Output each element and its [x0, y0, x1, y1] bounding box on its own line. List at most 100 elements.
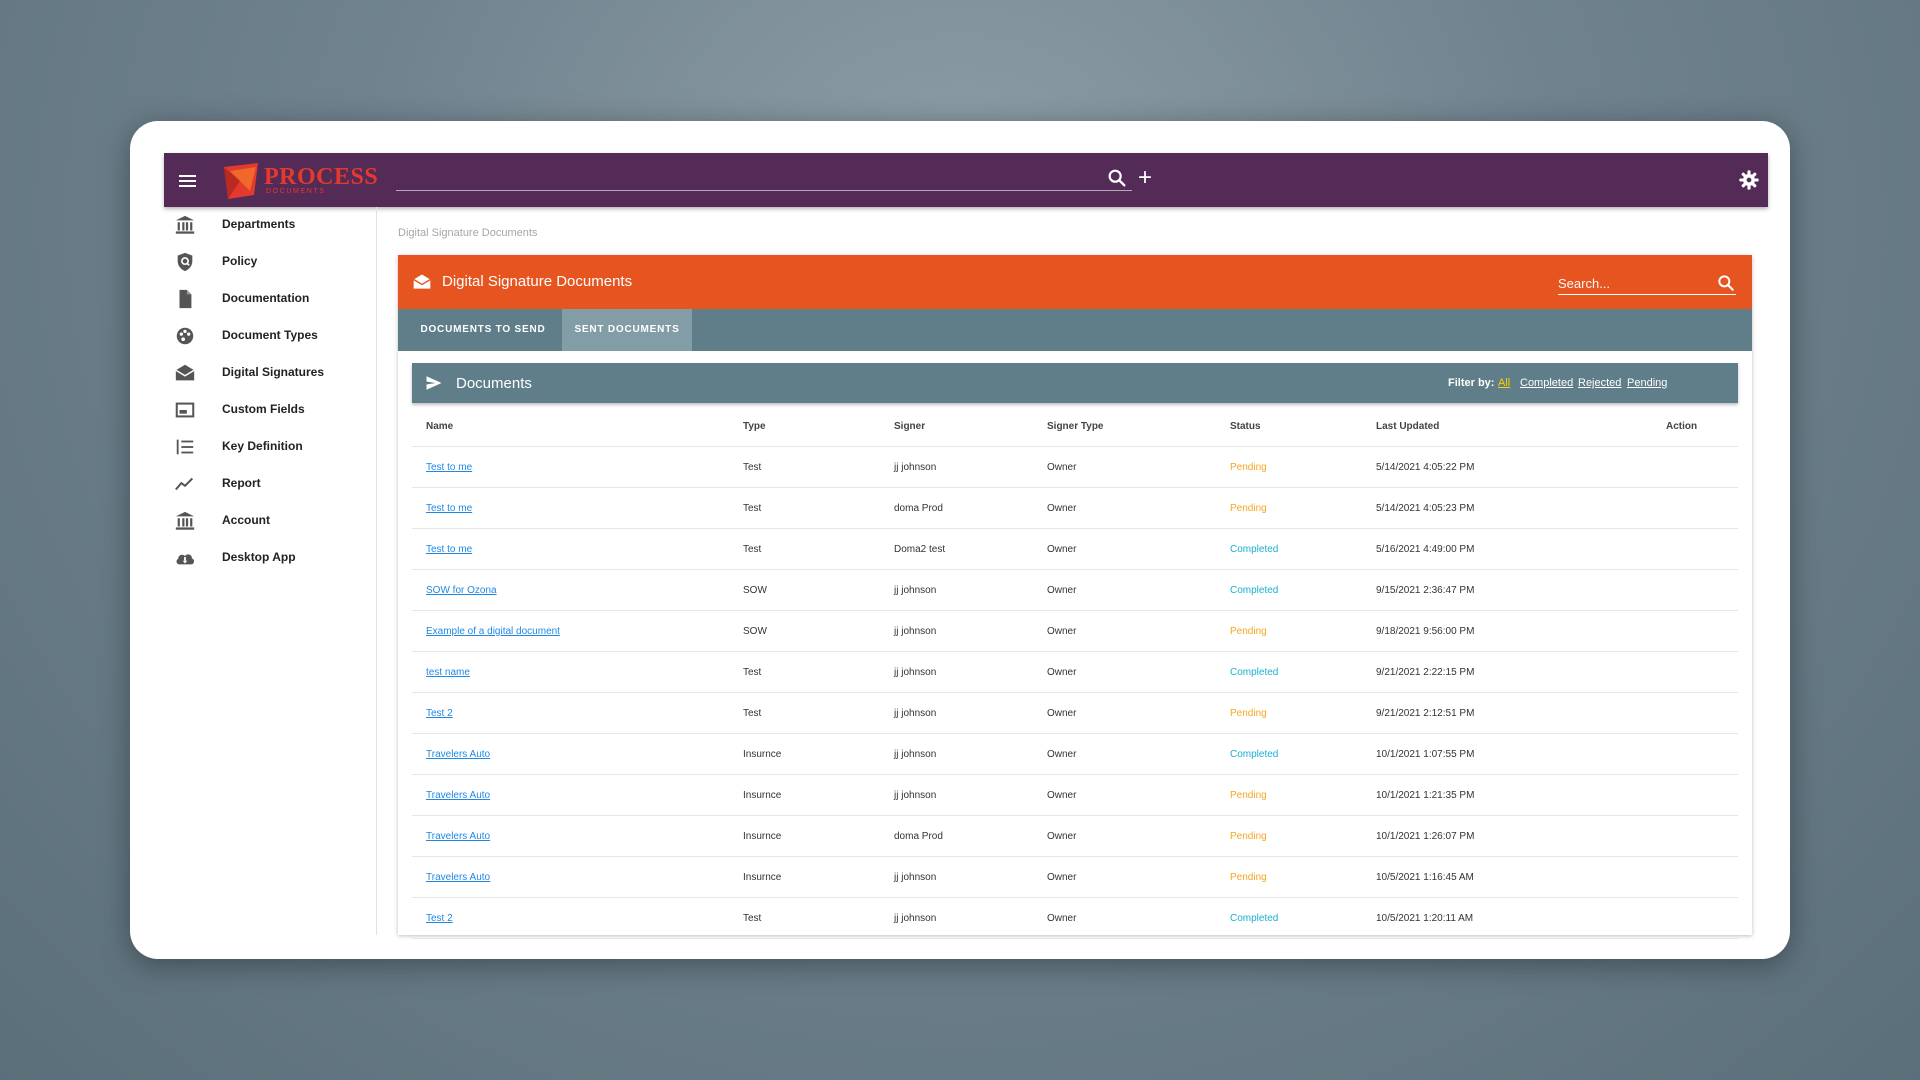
tab-sent-documents[interactable]: Sent documents: [562, 309, 692, 351]
document-name-link[interactable]: Travelers Auto: [426, 790, 490, 801]
column-header-signer[interactable]: Signer: [894, 421, 925, 432]
document-signer: jj johnson: [894, 913, 937, 924]
document-signer: jj johnson: [894, 462, 937, 473]
sidebar-item-label: Desktop App: [222, 550, 296, 564]
screenshot-frame: PROCESS DOCUMENTS + Departments Policy D…: [130, 121, 1790, 959]
status-badge: Pending: [1230, 503, 1267, 514]
document-type: Test: [743, 462, 762, 473]
filter-rejected-link[interactable]: Rejected: [1578, 377, 1621, 389]
sidebar-item-documentation[interactable]: Documentation: [164, 281, 376, 317]
sidebar-item-custom-fields[interactable]: Custom Fields: [164, 392, 376, 428]
bank-icon: [175, 511, 195, 530]
column-header-status[interactable]: Status: [1230, 421, 1261, 432]
document-last-updated: 10/5/2021 1:16:45 AM: [1376, 872, 1474, 883]
file-icon: [179, 289, 192, 309]
status-badge: Pending: [1230, 872, 1267, 883]
filter-all-link[interactable]: All: [1498, 377, 1510, 389]
top-app-bar: PROCESS DOCUMENTS +: [164, 153, 1768, 207]
document-signer-type: Owner: [1047, 749, 1077, 760]
document-last-updated: 10/1/2021 1:26:07 PM: [1376, 831, 1475, 842]
document-name-link[interactable]: Test to me: [426, 544, 472, 555]
gear-icon[interactable]: [1738, 169, 1760, 191]
document-name-link[interactable]: SOW for Ozona: [426, 585, 497, 596]
tab-bar: Documents to send Sent documents: [398, 309, 1752, 351]
card-search: [1558, 271, 1736, 295]
sidebar-item-label: Document Types: [222, 328, 318, 342]
status-badge: Completed: [1230, 544, 1279, 555]
status-badge: Pending: [1230, 708, 1267, 719]
app-logo[interactable]: PROCESS DOCUMENTS: [220, 158, 398, 202]
document-last-updated: 9/15/2021 2:36:47 PM: [1376, 585, 1475, 596]
document-signer-type: Owner: [1047, 872, 1077, 883]
sidebar-item-account[interactable]: Account: [164, 503, 376, 539]
search-icon[interactable]: [1716, 273, 1736, 293]
status-badge: Pending: [1230, 790, 1267, 801]
send-icon: [426, 376, 442, 390]
add-icon[interactable]: +: [1138, 165, 1152, 191]
table-row: Travelers Auto Insurnce doma Prod Owner …: [412, 816, 1738, 857]
document-signer: doma Prod: [894, 831, 943, 842]
search-icon[interactable]: [1106, 167, 1128, 189]
sidebar-item-report[interactable]: Report: [164, 466, 376, 502]
sidebar-item-key-definition[interactable]: Key Definition: [164, 429, 376, 465]
document-signer-type: Owner: [1047, 708, 1077, 719]
document-signer: jj johnson: [894, 667, 937, 678]
document-name-link[interactable]: Travelers Auto: [426, 749, 490, 760]
column-header-action: Action: [1666, 421, 1698, 432]
document-signer-type: Owner: [1047, 831, 1077, 842]
sidebar-item-document-types[interactable]: Document Types: [164, 318, 376, 354]
sidebar-item-label: Documentation: [222, 291, 310, 305]
global-search-input[interactable]: [396, 190, 1132, 191]
column-header-type[interactable]: Type: [743, 421, 766, 432]
document-last-updated: 5/14/2021 4:05:23 PM: [1376, 503, 1475, 514]
breadcrumb: Digital Signature Documents: [398, 227, 538, 239]
bank-icon: [175, 215, 195, 234]
filter-completed-link[interactable]: Completed: [1520, 377, 1573, 389]
table-row: test name Test jj johnson Owner Complete…: [412, 652, 1738, 693]
status-badge: Completed: [1230, 913, 1279, 924]
hamburger-menu-icon[interactable]: [174, 167, 202, 195]
document-name-link[interactable]: test name: [426, 667, 470, 678]
status-badge: Completed: [1230, 667, 1279, 678]
document-type: Test: [743, 913, 762, 924]
sidebar-item-digital-signatures[interactable]: Digital Signatures: [164, 355, 376, 391]
window-icon: [175, 402, 195, 418]
document-type: Insurnce: [743, 872, 782, 883]
sidebar-item-departments[interactable]: Departments: [164, 207, 376, 243]
sidebar-item-label: Account: [222, 513, 270, 527]
status-badge: Completed: [1230, 749, 1279, 760]
document-type: Insurnce: [743, 831, 782, 842]
document-name-link[interactable]: Test to me: [426, 462, 472, 473]
document-name-link[interactable]: Example of a digital document: [426, 626, 560, 637]
document-type: SOW: [743, 585, 767, 596]
document-last-updated: 5/16/2021 4:49:00 PM: [1376, 544, 1475, 555]
status-badge: Pending: [1230, 831, 1267, 842]
document-name-link[interactable]: Travelers Auto: [426, 831, 490, 842]
document-name-link[interactable]: Travelers Auto: [426, 872, 490, 883]
sidebar-item-label: Key Definition: [222, 439, 303, 453]
document-signer: jj johnson: [894, 872, 937, 883]
document-type: SOW: [743, 626, 767, 637]
document-signer-type: Owner: [1047, 585, 1077, 596]
column-header-last-updated[interactable]: Last Updated: [1376, 421, 1439, 432]
column-header-signer-type[interactable]: Signer Type: [1047, 421, 1104, 432]
document-last-updated: 9/21/2021 2:12:51 PM: [1376, 708, 1475, 719]
document-last-updated: 10/1/2021 1:07:55 PM: [1376, 749, 1475, 760]
tab-documents-to-send[interactable]: Documents to send: [412, 309, 554, 351]
column-header-name[interactable]: Name: [426, 421, 453, 432]
table-row: Travelers Auto Insurnce jj johnson Owner…: [412, 734, 1738, 775]
page-title: Digital Signature Documents: [442, 273, 633, 290]
documents-toolbar: Documents Filter by: All Completed Rejec…: [412, 363, 1738, 403]
search-input[interactable]: [1558, 273, 1708, 293]
filter-pending-link[interactable]: Pending: [1627, 377, 1667, 389]
sidebar-item-label: Custom Fields: [222, 402, 305, 416]
document-last-updated: 10/1/2021 1:21:35 PM: [1376, 790, 1475, 801]
document-type: Insurnce: [743, 749, 782, 760]
document-name-link[interactable]: Test 2: [426, 708, 453, 719]
app-window: PROCESS DOCUMENTS + Departments Policy D…: [164, 153, 1768, 939]
sidebar-item-desktop-app[interactable]: Desktop App: [164, 540, 376, 576]
document-name-link[interactable]: Test 2: [426, 913, 453, 924]
sidebar-item-policy[interactable]: Policy: [164, 244, 376, 280]
table-row: Travelers Auto Insurnce jj johnson Owner…: [412, 775, 1738, 816]
document-name-link[interactable]: Test to me: [426, 503, 472, 514]
